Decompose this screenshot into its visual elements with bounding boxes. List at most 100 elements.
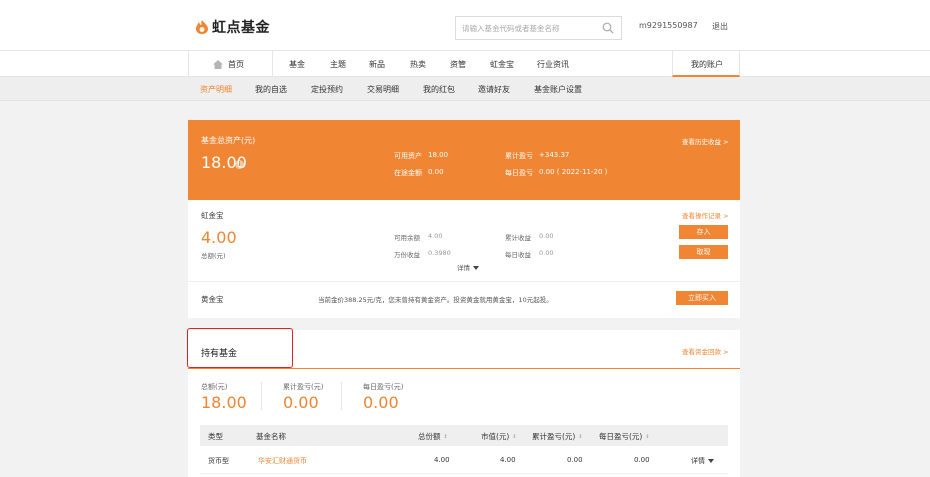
tab-asset-detail[interactable]: 资产明细 (200, 84, 232, 95)
panel-divider (188, 281, 740, 282)
col-market-value[interactable]: 市值(元) ⇕ (481, 431, 517, 442)
stat-divider (341, 382, 342, 410)
daily-profit-value: 0.00 ( 2022-11-20 ) (539, 168, 608, 176)
caret-down-icon (473, 266, 479, 270)
cell-type: 货币型 (208, 457, 229, 465)
nav-divider (272, 51, 273, 77)
deposit-button[interactable]: 存入 (679, 225, 728, 239)
wanfen-label: 万份收益 (394, 251, 420, 259)
total-assets-title: 基金总资产(元) (201, 136, 256, 145)
cell-daily-profit: 0.00 (634, 456, 650, 464)
username[interactable]: m9291550987 (639, 21, 698, 30)
gold-message: 当前金价388.25元/克，您未曾持有黄金资产。投资黄金就用黄金宝，10元起投。 (318, 296, 553, 304)
nav-item-asset-mgmt[interactable]: 资管 (450, 59, 466, 70)
holdings-total-value: 18.00 (201, 393, 247, 412)
daily-profit-label: 每日盈亏 (505, 169, 533, 177)
top-header: 虹点基金 m9291550987 退出 (0, 0, 930, 50)
nav-item-home[interactable]: 首页 (213, 59, 244, 70)
operation-record-link[interactable]: 查看操作记录 > (682, 210, 729, 220)
col-daily-profit[interactable]: 每日盈亏(元) ⇕ (599, 431, 650, 442)
tab-auto-invest[interactable]: 定投预约 (311, 84, 343, 95)
holdings-cum-value: 0.00 (283, 393, 319, 412)
logo-text: 虹点基金 (212, 20, 270, 36)
search-input[interactable] (456, 17, 596, 39)
hongjinbao-title: 虹金宝 (201, 211, 224, 220)
nav-item-theme[interactable]: 主题 (330, 59, 346, 70)
sort-icon: ⇕ (443, 434, 448, 440)
row-detail-toggle[interactable]: 详情 (691, 456, 714, 466)
col-fund-name: 基金名称 (256, 432, 286, 441)
holdings-cum-label: 累计盈亏(元) (283, 383, 324, 391)
daily-income-value: 0.00 (539, 249, 554, 257)
cum-income-label: 累计收益 (505, 234, 531, 242)
nav-item-account[interactable]: 我的账户 (672, 51, 740, 77)
in-transit-label: 在途金额 (394, 169, 422, 177)
cell-market-value: 4.00 (500, 456, 516, 464)
row-detail-label: 详情 (691, 457, 705, 465)
wanfen-value: 0.3980 (428, 249, 451, 257)
cell-fund-name[interactable]: 华安汇财通货币 (258, 456, 307, 466)
tab-account-settings[interactable]: 基金账户设置 (534, 84, 582, 95)
total-assets-card: 基金总资产(元) 18.00 i 查看历史收益 > 可用资产 18.00 在途金… (188, 120, 740, 200)
nav-divider (188, 51, 189, 77)
available-label: 可用资产 (394, 152, 422, 160)
search-icon[interactable] (602, 22, 614, 34)
daily-income-label: 每日收益 (505, 251, 531, 259)
col-total-shares[interactable]: 总份额 ⇕ (418, 431, 448, 442)
tab-watchlist[interactable]: 我的自选 (255, 84, 287, 95)
home-icon (213, 60, 223, 69)
balance-value: 4.00 (428, 232, 443, 240)
logout-link[interactable]: 退出 (712, 21, 728, 32)
history-income-link[interactable]: 查看历史收益 > (682, 136, 729, 146)
hongjinbao-detail-toggle[interactable]: 详情 (457, 262, 479, 272)
hongjinbao-amount: 4.00 (201, 228, 237, 247)
sort-icon: ⇕ (512, 434, 517, 440)
annotation-highlight-box (187, 328, 293, 368)
nav-account-label: 我的账户 (691, 60, 723, 69)
stat-divider (261, 382, 262, 410)
cum-income-value: 0.00 (539, 232, 554, 240)
cell-shares: 4.00 (434, 456, 450, 464)
withdraw-button[interactable]: 取现 (679, 245, 728, 259)
col-market-value-label: 市值(元) (481, 432, 510, 441)
nav-item-hongjinbao[interactable]: 虹金宝 (490, 59, 514, 70)
cum-profit-label: 累计盈亏 (505, 152, 533, 160)
sub-nav: 资产明细 我的自选 定投预约 交易明细 我的红包 邀请好友 基金账户设置 (0, 77, 930, 101)
tab-invite[interactable]: 邀请好友 (478, 84, 510, 95)
nav-item-hot[interactable]: 热卖 (410, 59, 426, 70)
products-panel: 虹金宝 查看操作记录 > 4.00 总额(元) 可用余额 4.00 万份收益 0… (188, 200, 740, 318)
buy-gold-button[interactable]: 立即买入 (676, 291, 728, 305)
col-type: 类型 (208, 432, 223, 441)
gold-title: 黄金宝 (201, 295, 224, 304)
holdings-daily-label: 每日盈亏(元) (363, 383, 404, 391)
col-cum-profit[interactable]: 累计盈亏(元) ⇕ (532, 431, 583, 442)
sort-icon: ⇕ (578, 434, 583, 440)
caret-down-icon (708, 459, 714, 463)
cell-cum-profit: 0.00 (567, 456, 583, 464)
tab-transactions[interactable]: 交易明细 (367, 84, 399, 95)
nav-home-label: 首页 (228, 60, 244, 69)
available-value: 18.00 (428, 151, 449, 159)
table-row: 货币型 华安汇财通货币 4.00 4.00 0.00 0.00 详情 (200, 446, 728, 474)
col-cum-profit-label: 累计盈亏(元) (532, 432, 576, 441)
nav-item-new[interactable]: 新品 (369, 59, 385, 70)
detail-label: 详情 (457, 264, 470, 272)
main-nav: 首页 基金 主题 新品 热卖 资管 虹金宝 行业资讯 我的账户 (0, 50, 930, 77)
holdings-daily-value: 0.00 (363, 393, 399, 412)
col-daily-profit-label: 每日盈亏(元) (599, 432, 643, 441)
sort-icon: ⇕ (645, 434, 650, 440)
search-box (455, 16, 622, 40)
info-icon[interactable]: i (235, 160, 244, 169)
tab-red-packet[interactable]: 我的红包 (423, 84, 455, 95)
nav-item-news[interactable]: 行业资讯 (537, 59, 569, 70)
nav-item-fund[interactable]: 基金 (289, 59, 305, 70)
balance-label: 可用余额 (394, 234, 420, 242)
holdings-total-label: 总额(元) (201, 383, 228, 391)
logo[interactable]: 虹点基金 (196, 17, 270, 37)
flame-logo-icon (196, 20, 208, 34)
holdings-underline (188, 368, 740, 369)
fund-return-link[interactable]: 查看资金回款 > (682, 346, 729, 356)
cum-profit-value: +343.37 (539, 151, 570, 159)
hongjinbao-amount-label: 总额(元) (201, 252, 226, 260)
in-transit-value: 0.00 (428, 168, 444, 176)
